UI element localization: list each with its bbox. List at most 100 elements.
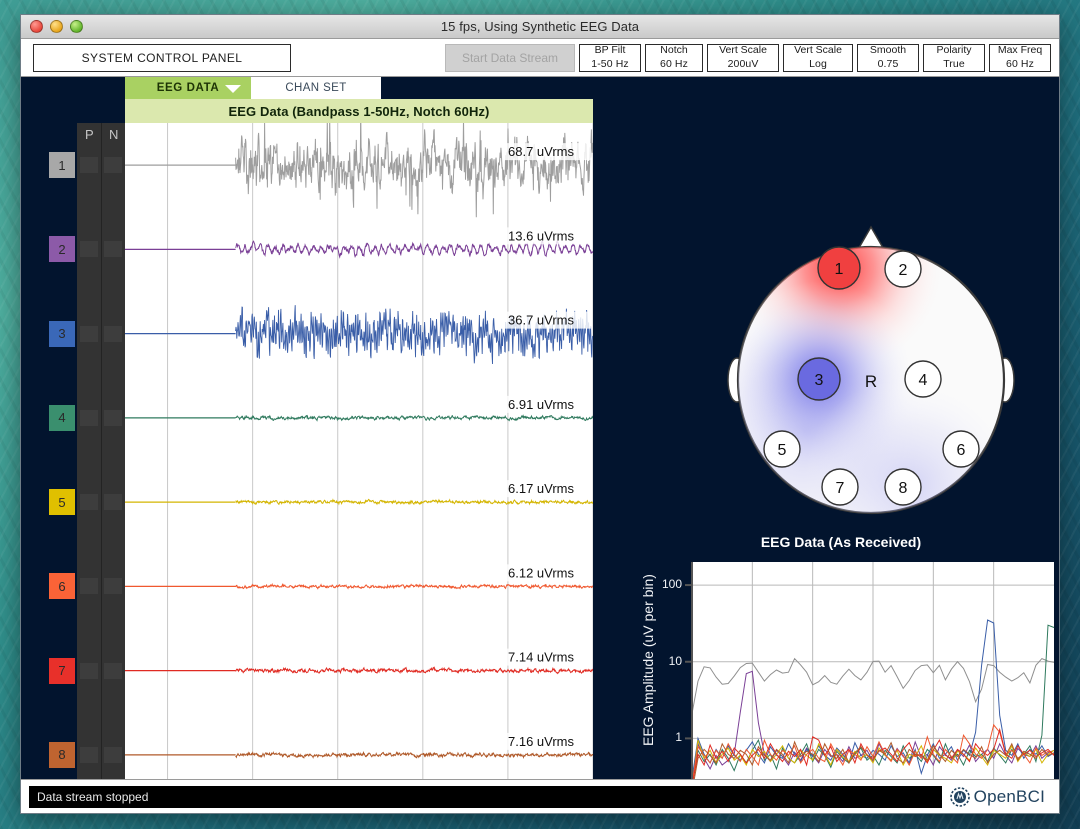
electrode-1[interactable]: 1 xyxy=(817,246,861,290)
pn-toggle-n-channel-1[interactable] xyxy=(104,157,122,174)
channel-toggle-4[interactable]: 4 xyxy=(49,404,75,431)
eeg-trace-channel-8 xyxy=(235,750,593,759)
svg-text:7.14 uVrms: 7.14 uVrms xyxy=(508,650,574,665)
electrode-4[interactable]: 4 xyxy=(904,360,942,398)
electrode-2[interactable]: 2 xyxy=(884,250,922,288)
pn-toggle-p-channel-8[interactable] xyxy=(80,746,98,763)
fft-y-tick-10: 10 xyxy=(668,653,682,668)
toolbar-button-label: Polarity xyxy=(936,44,972,57)
rms-label-channel-7: 7.14 uVrms xyxy=(505,648,591,666)
channel-toggle-2[interactable]: 2 xyxy=(49,236,75,263)
channel-toggle-5[interactable]: 5 xyxy=(49,489,75,516)
toolbar-button-value: True xyxy=(943,57,965,70)
rms-label-channel-5: 6.17 uVrms xyxy=(505,480,591,498)
fft-spectrum-panel: EEG Data (As Received) EEG Amplitude (uV… xyxy=(616,532,1059,779)
svg-text:6.91 uVrms: 6.91 uVrms xyxy=(508,397,574,412)
head-topography-plot[interactable]: R 1 2 3 4 5 6 7 8 xyxy=(711,217,1031,537)
pn-toggle-n-channel-3[interactable] xyxy=(104,325,122,342)
pn-toggle-n-channel-4[interactable] xyxy=(104,409,122,426)
svg-text:5: 5 xyxy=(778,442,787,459)
toolbar-button-smooth-4[interactable]: Smooth 0.75 xyxy=(857,43,919,72)
eeg-traces: 68.7 uVrms 13.6 uVrms 36.7 uVrms 6.91 uVrms… xyxy=(125,123,593,779)
toolbar-button-label: BP Filt xyxy=(594,44,626,57)
eeg-trace-channel-4 xyxy=(235,414,593,422)
svg-text:2: 2 xyxy=(899,262,908,279)
toolbar-button-label: Vert Scale xyxy=(794,44,842,57)
toolbar-button-value: Log xyxy=(809,57,827,70)
eeg-waveform-plot[interactable]: 68.7 uVrms 13.6 uVrms 36.7 uVrms 6.91 uVrms… xyxy=(125,123,593,779)
pn-toggle-p-channel-3[interactable] xyxy=(80,325,98,342)
electrode-5[interactable]: 5 xyxy=(763,430,801,468)
toolbar-button-value: 60 Hz xyxy=(660,57,688,70)
toolbar-button-value: 200uV xyxy=(727,57,759,70)
toolbar-button-vert-scale-3[interactable]: Vert Scale Log xyxy=(783,43,853,72)
channel-toggle-6[interactable]: 6 xyxy=(49,573,75,600)
electrode-6[interactable]: 6 xyxy=(942,430,980,468)
svg-text:6.12 uVrms: 6.12 uVrms xyxy=(508,565,574,580)
channel-toggle-3[interactable]: 3 xyxy=(49,320,75,347)
pn-header-n: N xyxy=(109,127,119,142)
pn-toggle-n-channel-2[interactable] xyxy=(104,241,122,258)
window-title: 15 fps, Using Synthetic EEG Data xyxy=(440,19,640,34)
toolbar-button-polarity-5[interactable]: Polarity True xyxy=(923,43,985,72)
toolbar-button-label: Smooth xyxy=(869,44,907,57)
eeg-trace-channel-5 xyxy=(235,498,593,506)
pn-toggle-n-channel-8[interactable] xyxy=(104,746,122,763)
fft-chart-svg xyxy=(685,562,1055,779)
pn-toggle-p-channel-6[interactable] xyxy=(80,578,98,595)
rms-label-channel-4: 6.91 uVrms xyxy=(505,395,591,413)
toolbar-button-vert-scale-2[interactable]: Vert Scale 200uV xyxy=(707,43,779,72)
toolbar-button-label: Max Freq xyxy=(997,44,1043,57)
pn-toggle-p-channel-1[interactable] xyxy=(80,157,98,174)
svg-text:7.16 uVrms: 7.16 uVrms xyxy=(508,734,574,749)
system-control-panel-button[interactable]: SYSTEM CONTROL PANEL xyxy=(33,43,291,72)
channel-toggle-7[interactable]: 7 xyxy=(49,657,75,684)
status-message: Data stream stopped xyxy=(29,785,942,808)
svg-text:13.6 uVrms: 13.6 uVrms xyxy=(508,228,574,243)
window-titlebar: 15 fps, Using Synthetic EEG Data xyxy=(21,15,1059,39)
toolbar-settings-group: BP Filt 1-50 Hz Notch 60 Hz Vert Scale 200uV V… xyxy=(575,43,1051,72)
plot-tab-bar: EEG DATA CHAN SET xyxy=(125,77,381,99)
channel-toggle-8[interactable]: 8 xyxy=(49,741,75,768)
toolbar-button-notch-1[interactable]: Notch 60 Hz xyxy=(645,43,703,72)
status-bar: Data stream stopped OpenBCI xyxy=(21,779,1059,813)
eeg-plot-container: P N 68.7 uVrms 13.6 uVrms 36.7 uVrms 6.91 u… xyxy=(77,123,593,779)
pn-divider xyxy=(101,123,102,779)
reference-electrode-label: R xyxy=(865,372,877,391)
toolbar-button-label: Vert Scale xyxy=(719,44,767,57)
toolbar-button-bp-filt-0[interactable]: BP Filt 1-50 Hz xyxy=(579,43,641,72)
pn-header-p: P xyxy=(85,127,94,142)
pn-toggle-n-channel-5[interactable] xyxy=(104,494,122,511)
head-topography-svg: R 1 2 3 4 5 6 7 8 xyxy=(727,225,1015,515)
electrode-8[interactable]: 8 xyxy=(884,468,922,506)
pn-toggle-p-channel-4[interactable] xyxy=(80,409,98,426)
pn-toggle-p-channel-2[interactable] xyxy=(80,241,98,258)
electrode-7[interactable]: 7 xyxy=(821,468,859,506)
start-data-stream-button[interactable]: Start Data Stream xyxy=(445,43,575,72)
toolbar-button-label: Notch xyxy=(660,44,688,57)
toolbar-button-max-freq-6[interactable]: Max Freq 60 Hz xyxy=(989,43,1051,72)
svg-text:68.7 uVrms: 68.7 uVrms xyxy=(508,144,574,159)
rms-label-channel-8: 7.16 uVrms xyxy=(505,732,591,750)
openbci-logo: OpenBCI xyxy=(949,787,1051,807)
top-toolbar: SYSTEM CONTROL PANEL Start Data Stream B… xyxy=(21,39,1059,77)
svg-text:6.17 uVrms: 6.17 uVrms xyxy=(508,481,574,496)
pn-toggle-p-channel-5[interactable] xyxy=(80,494,98,511)
pn-toggle-n-channel-6[interactable] xyxy=(104,578,122,595)
fft-y-tick-100: 100 xyxy=(661,577,682,592)
pn-toggle-p-channel-7[interactable] xyxy=(80,662,98,679)
main-content-area: EEG DATA CHAN SET EEG Data (Bandpass 1-5… xyxy=(21,77,1059,779)
pn-toggle-n-channel-7[interactable] xyxy=(104,662,122,679)
channel-toggle-1[interactable]: 1 xyxy=(49,152,75,179)
rms-label-channel-2: 13.6 uVrms xyxy=(505,227,591,245)
eeg-time-panel: EEG Data (Bandpass 1-50Hz, Notch 60Hz) xyxy=(125,99,593,123)
rms-label-channel-1: 68.7 uVrms xyxy=(505,143,591,161)
fft-y-tick-1: 1 xyxy=(675,730,682,745)
svg-text:8: 8 xyxy=(899,480,908,497)
tab-chan-set[interactable]: CHAN SET xyxy=(251,77,381,99)
tab-eeg-data[interactable]: EEG DATA xyxy=(125,77,251,99)
rms-label-channel-6: 6.12 uVrms xyxy=(505,564,591,582)
toolbar-button-value: 1-50 Hz xyxy=(591,57,629,70)
eeg-trace-channel-7 xyxy=(235,666,593,675)
electrode-3[interactable]: 3 xyxy=(797,357,841,401)
